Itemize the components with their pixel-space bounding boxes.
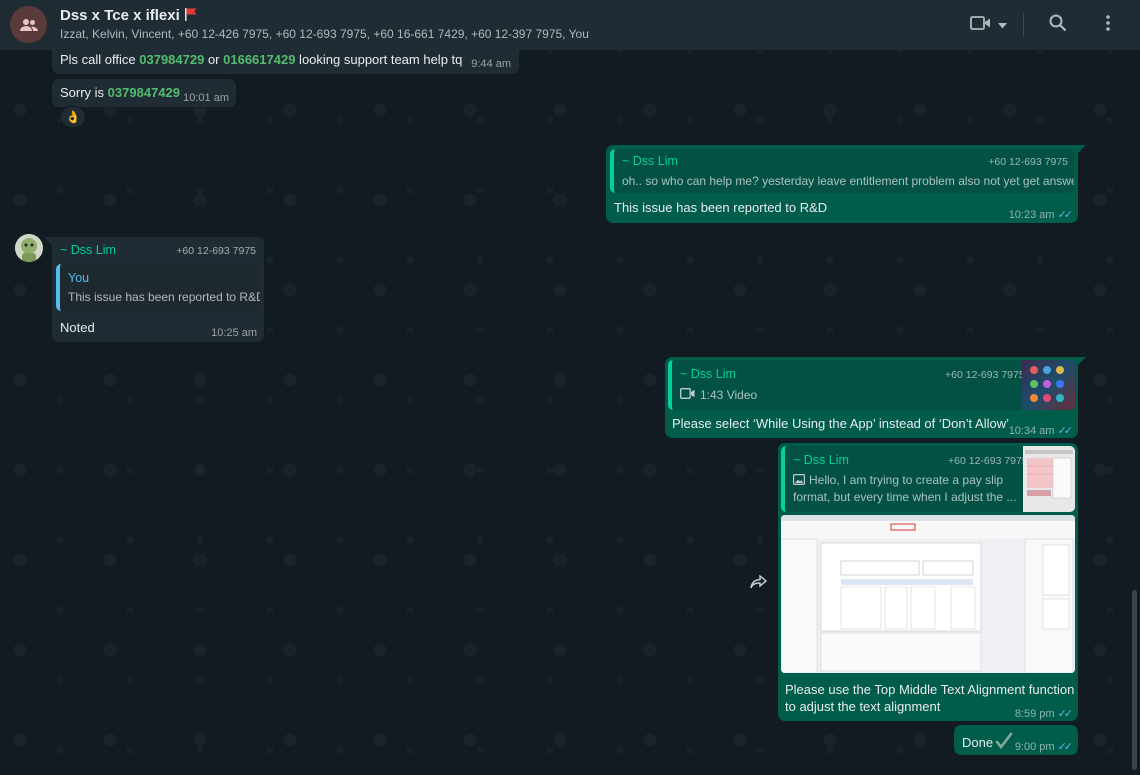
message-sender[interactable]: ~ Dss Lim	[60, 243, 116, 257]
quote-image-thumbnail[interactable]	[1023, 446, 1075, 512]
message-time: 10:25 am	[211, 327, 257, 339]
quote-sender: ~ Dss Lim	[793, 453, 849, 467]
quote-text: This issue has been reported to R&D	[68, 290, 260, 304]
quoted-message[interactable]: ~ Dss Lim +60 12-693 7975 1:43 Video	[668, 360, 1075, 410]
read-receipt-icon: ✓✓	[1057, 209, 1074, 221]
message-text: Done	[962, 732, 1013, 753]
message-time: 8:59 pm ✓✓	[1014, 708, 1074, 720]
message-text: Please select ‘While Using the App’ inst…	[672, 416, 1009, 431]
message-text: Pls call office 037984729 or 0166617429 …	[60, 52, 463, 67]
quote-text: oh.. so who can help me? yesterday leave…	[622, 174, 1074, 188]
quote-sender: ~ Dss Lim	[622, 154, 678, 168]
read-receipt-icon: ✓✓	[1057, 425, 1074, 437]
menu-button[interactable]	[1088, 5, 1128, 45]
message-text: Noted	[60, 320, 95, 335]
message-text: This issue has been reported to R&D	[614, 200, 828, 215]
message-bubble-incoming[interactable]: Sorry is 0379847429 10:01 am	[52, 79, 236, 107]
chat-title[interactable]: Dss x Tce x iflexi	[60, 7, 198, 25]
header-divider	[1023, 13, 1024, 37]
check-mark-icon	[995, 732, 1013, 753]
quote-sender-number: +60 12-693 7975	[945, 369, 1025, 381]
video-thumbnail[interactable]	[1022, 360, 1075, 410]
group-avatar-icon[interactable]	[10, 6, 47, 43]
sender-avatar[interactable]	[15, 234, 43, 262]
forward-icon[interactable]	[750, 574, 768, 591]
bubble-tail	[1078, 145, 1086, 153]
quote-sender: You	[68, 271, 90, 285]
message-bubble-outgoing[interactable]: Done 9:00 pm ✓✓	[954, 725, 1078, 755]
chat-header[interactable]: Dss x Tce x iflexi Izzat, Kelvin, Vincen…	[0, 0, 1140, 50]
phone-link[interactable]: 0379847429	[108, 85, 180, 100]
message-time: 9:00 pm ✓✓	[1014, 741, 1074, 753]
message-bubble-outgoing[interactable]: ~ Dss Lim +60 12-693 7975 1:43 Video Ple…	[665, 357, 1078, 438]
participants-list: Izzat, Kelvin, Vincent, +60 12-426 7975,…	[60, 27, 589, 41]
message-bubble-incoming[interactable]: Pls call office 037984729 or 0166617429 …	[52, 48, 519, 74]
red-flag-icon	[184, 7, 198, 25]
quoted-message[interactable]: You This issue has been reported to R&D	[56, 264, 260, 311]
sender-number: +60 12-693 7975	[176, 245, 256, 257]
message-text: Please use the Top Middle Text Alignment…	[785, 682, 1075, 697]
message-text: to adjust the text alignment	[785, 699, 941, 714]
message-time: 9:44 am	[471, 58, 511, 70]
phone-link[interactable]: 037984729	[139, 52, 204, 67]
bubble-tail	[1078, 357, 1086, 365]
video-call-icon	[969, 15, 992, 36]
quote-text: 1:43 Video	[680, 388, 757, 402]
search-icon	[1049, 14, 1067, 37]
read-receipt-icon: ✓✓	[1057, 741, 1074, 753]
reaction-badge[interactable]: 👌	[60, 106, 86, 128]
quote-text: format, but every time when I adjust the…	[793, 490, 1017, 504]
message-time: 10:01 am	[183, 92, 229, 104]
message-bubble-outgoing[interactable]: ~ Dss Lim +60 12-693 7975 Hello, I am tr…	[778, 443, 1078, 721]
video-call-button[interactable]	[961, 5, 1015, 45]
quoted-message[interactable]: ~ Dss Lim +60 12-693 7975 oh.. so who ca…	[610, 149, 1074, 193]
read-receipt-icon: ✓✓	[1057, 708, 1074, 720]
message-bubble-incoming[interactable]: ~ Dss Lim +60 12-693 7975 You This issue…	[52, 237, 264, 342]
phone-link[interactable]: 0166617429	[223, 52, 295, 67]
screenshot-image[interactable]	[781, 515, 1075, 673]
chevron-down-icon	[997, 16, 1007, 34]
quote-text: Hello, I am trying to create a pay slip	[793, 473, 1003, 488]
quoted-message[interactable]: ~ Dss Lim +60 12-693 7975 Hello, I am tr…	[781, 446, 1075, 512]
video-icon	[680, 388, 695, 402]
ok-hand-icon: 👌	[65, 110, 81, 124]
message-text: Sorry is 0379847429	[60, 85, 180, 100]
chat-scrollbar[interactable]	[1132, 590, 1137, 770]
search-button[interactable]	[1038, 5, 1078, 45]
quote-sender-number: +60 12-693 7975	[988, 156, 1068, 168]
quote-sender-number: +60 12-693 7975	[948, 455, 1028, 467]
message-time: 10:34 am ✓✓	[1008, 425, 1074, 437]
message-bubble-outgoing[interactable]: ~ Dss Lim +60 12-693 7975 oh.. so who ca…	[606, 145, 1078, 223]
bubble-tail	[44, 237, 52, 245]
quote-sender: ~ Dss Lim	[680, 367, 736, 381]
message-time: 10:23 am ✓✓	[1008, 209, 1074, 221]
image-icon	[793, 474, 806, 488]
menu-icon	[1106, 14, 1110, 36]
